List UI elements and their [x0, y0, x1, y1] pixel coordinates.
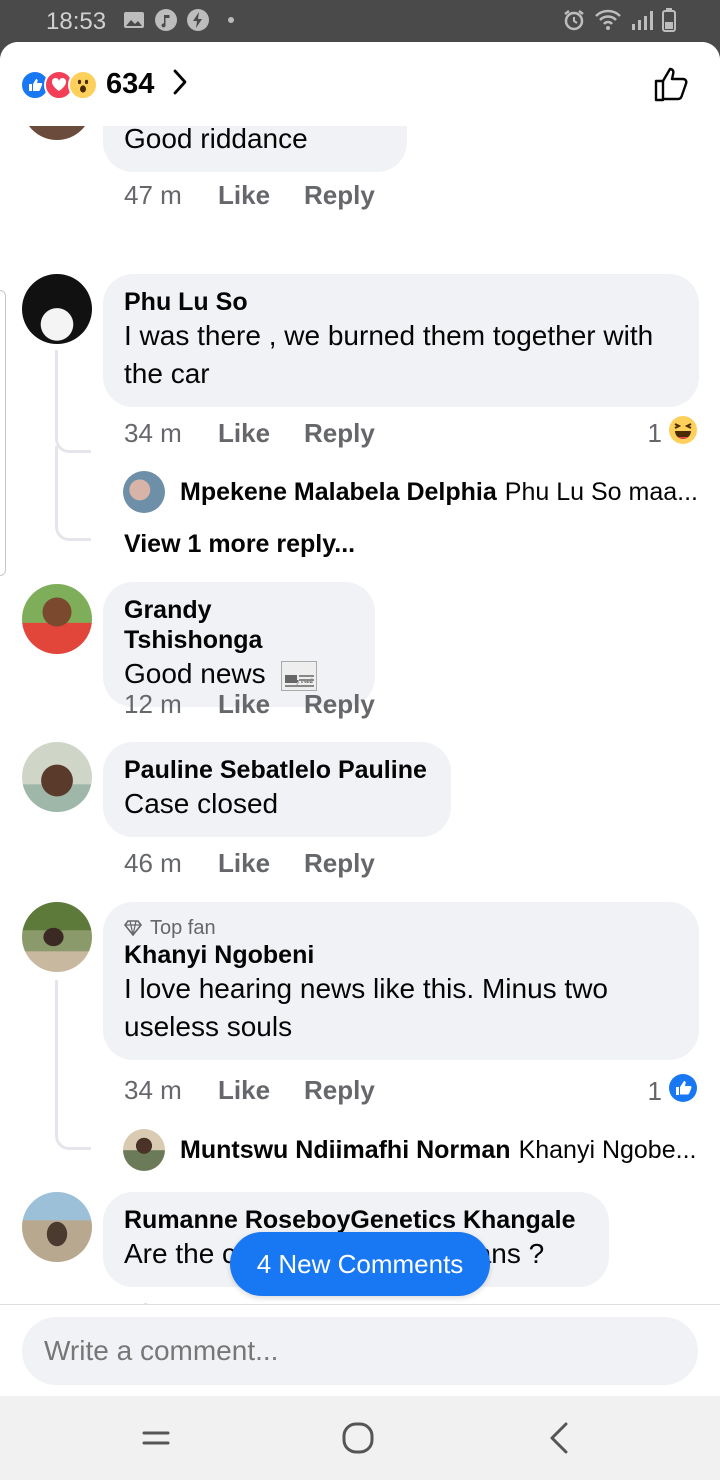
comment-author[interactable]: Phu Lu So — [124, 287, 678, 317]
reply-text: Khanyi Ngobe... — [518, 1135, 697, 1164]
comments-list: Good riddance 47 m Like Reply Phu Lu So … — [0, 126, 720, 1306]
back-button[interactable] — [540, 1418, 580, 1458]
reply-button[interactable]: Reply — [304, 848, 375, 879]
avatar[interactable] — [22, 742, 92, 812]
comment-actions: 34 m Like Reply — [124, 1075, 375, 1106]
like-icon — [668, 1073, 698, 1110]
gallery-icon — [122, 8, 146, 32]
notification-icons — [122, 8, 234, 32]
comment-input[interactable] — [22, 1317, 698, 1385]
comment-author[interactable]: Pauline Sebatlelo Pauline — [124, 755, 430, 785]
comment-actions: 47 m Like Reply — [124, 180, 375, 211]
reply-preview[interactable]: Muntswu Ndiimafhi Norman Khanyi Ngobe... — [123, 1129, 696, 1171]
thread-line — [55, 350, 91, 453]
comment-reactions[interactable]: 1 — [648, 1073, 698, 1110]
like-button[interactable]: Like — [218, 1075, 304, 1106]
reply-button[interactable]: Reply — [304, 180, 375, 211]
avatar[interactable] — [22, 584, 92, 654]
comment-text-value: Good news — [124, 658, 266, 689]
comment-text: Case closed — [124, 788, 279, 819]
comment-actions: 34 m Like Reply — [124, 418, 375, 449]
battery-icon — [662, 8, 676, 37]
comment-composer — [0, 1304, 720, 1396]
comment-bubble[interactable]: Top fan Khanyi Ngobeni I love hearing ne… — [103, 902, 699, 1060]
comment-text: Good riddance — [124, 126, 308, 154]
view-more-replies[interactable]: View 1 more reply... — [124, 530, 355, 559]
avatar[interactable] — [22, 274, 92, 344]
signal-icon — [630, 8, 654, 37]
comment-text: Good news Daily Feed — [124, 655, 354, 693]
like-button[interactable]: Like — [218, 689, 304, 720]
wow-icon — [68, 69, 98, 100]
reaction-count: 1 — [647, 1076, 662, 1106]
comment-actions: 12 m Like Reply — [124, 689, 375, 720]
diamond-icon — [124, 920, 142, 936]
comment-actions: 46 m Like Reply — [124, 848, 375, 879]
like-button[interactable]: Like — [218, 180, 304, 211]
comment-bubble[interactable]: Phu Lu So I was there , we burned them t… — [103, 274, 699, 407]
reply-button[interactable]: Reply — [304, 418, 375, 449]
top-fan-badge: Top fan — [124, 916, 678, 940]
avatar[interactable] — [22, 126, 92, 140]
comment-author[interactable]: Khanyi Ngobeni — [124, 940, 678, 970]
like-post-button[interactable] — [652, 64, 692, 109]
status-bar: 18:53 — [0, 0, 720, 42]
new-comments-button[interactable]: 4 New Comments — [230, 1232, 490, 1296]
thread-line — [55, 446, 91, 541]
avatar — [123, 1129, 165, 1171]
haha-icon — [668, 415, 698, 452]
wifi-icon — [594, 8, 622, 37]
comment-time: 34 m — [124, 1075, 182, 1105]
comment-author[interactable]: Grandy Tshishonga — [124, 595, 354, 655]
like-button[interactable]: Like — [218, 418, 304, 449]
reactions-header: 634 — [0, 42, 720, 126]
comment-text: I love hearing news like this. Minus two… — [124, 973, 608, 1042]
reactions-summary[interactable]: 634 — [20, 68, 188, 101]
home-button[interactable] — [338, 1418, 378, 1458]
dot-icon — [228, 17, 234, 23]
comments-sheet: 634 Good riddance 47 m Like Reply Phu Lu… — [0, 42, 720, 1396]
edge-panel-handle[interactable] — [0, 290, 6, 576]
alarm-icon — [562, 8, 586, 37]
reply-button[interactable]: Reply — [304, 1075, 375, 1106]
system-icons — [562, 8, 676, 37]
avatar[interactable] — [22, 902, 92, 972]
top-fan-label: Top fan — [150, 917, 216, 939]
music-icon — [154, 8, 178, 32]
like-button[interactable]: Like — [218, 848, 304, 879]
comment-bubble[interactable]: Good riddance — [103, 126, 407, 172]
reaction-count: 1 — [647, 418, 662, 448]
comment-time: 47 m — [124, 180, 182, 210]
comment-text: I was there , we burned them together wi… — [124, 320, 654, 389]
reply-preview[interactable]: Mpekene Malabela Delphia Phu Lu So maa..… — [123, 471, 698, 513]
comment-time: 12 m — [124, 689, 182, 719]
status-time: 18:53 — [46, 8, 107, 35]
reply-button[interactable]: Reply — [304, 689, 375, 720]
comment-time: 34 m — [124, 418, 182, 448]
avatar[interactable] — [22, 1192, 92, 1262]
reply-text: Phu Lu So maa... — [504, 477, 698, 506]
reply-author: Muntswu Ndiimafhi Norman — [180, 1135, 511, 1164]
comment-bubble[interactable]: Pauline Sebatlelo Pauline Case closed — [103, 742, 451, 837]
thread-line — [55, 980, 91, 1150]
comment-time: 46 m — [124, 848, 182, 878]
system-nav-bar — [0, 1396, 720, 1480]
comment-reactions[interactable]: 1 — [648, 415, 698, 452]
reply-author: Mpekene Malabela Delphia — [180, 477, 497, 506]
chevron-right-icon — [172, 68, 188, 101]
reaction-count: 634 — [106, 68, 155, 100]
avatar — [123, 471, 165, 513]
recent-apps-button[interactable] — [136, 1418, 176, 1458]
newspaper-sticker: Daily Feed — [281, 660, 318, 691]
bolt-icon — [186, 8, 210, 32]
comment-author[interactable]: Rumanne RoseboyGenetics Khangale — [124, 1205, 588, 1235]
